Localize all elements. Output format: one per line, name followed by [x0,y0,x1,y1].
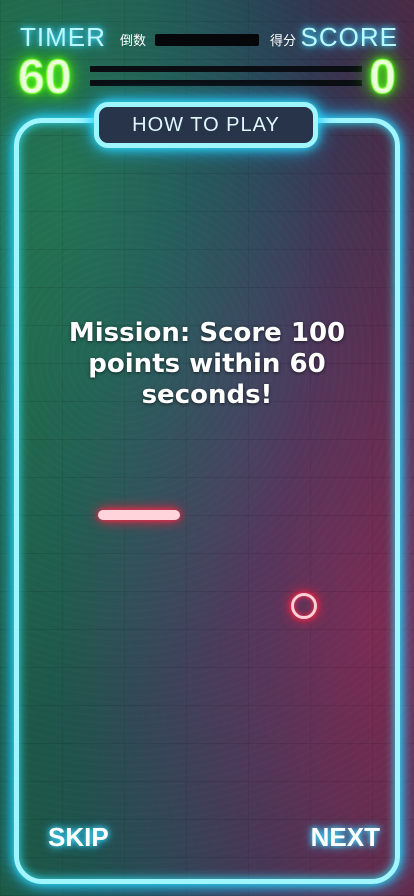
timer-value: 60 [17,51,72,105]
hud-line-top [90,66,362,72]
score-value: 0 [369,51,397,105]
hud-divider-bar [155,34,259,46]
mission-text: Mission: Score 100 points within 60 seco… [68,318,346,410]
timer-label: TIMER [20,22,106,52]
next-button[interactable]: NEXT [311,822,380,853]
timer-sub-label: 倒数 [120,34,147,49]
how-to-play-title: HOW TO PLAY [94,102,318,148]
skip-button[interactable]: SKIP [48,822,109,853]
score-label: SCORE [300,22,398,52]
hud-line-bottom [90,80,362,86]
neon-ball [291,593,317,619]
neon-paddle [98,510,180,520]
how-to-play-frame [14,118,400,884]
score-sub-label: 得分 [269,34,296,49]
